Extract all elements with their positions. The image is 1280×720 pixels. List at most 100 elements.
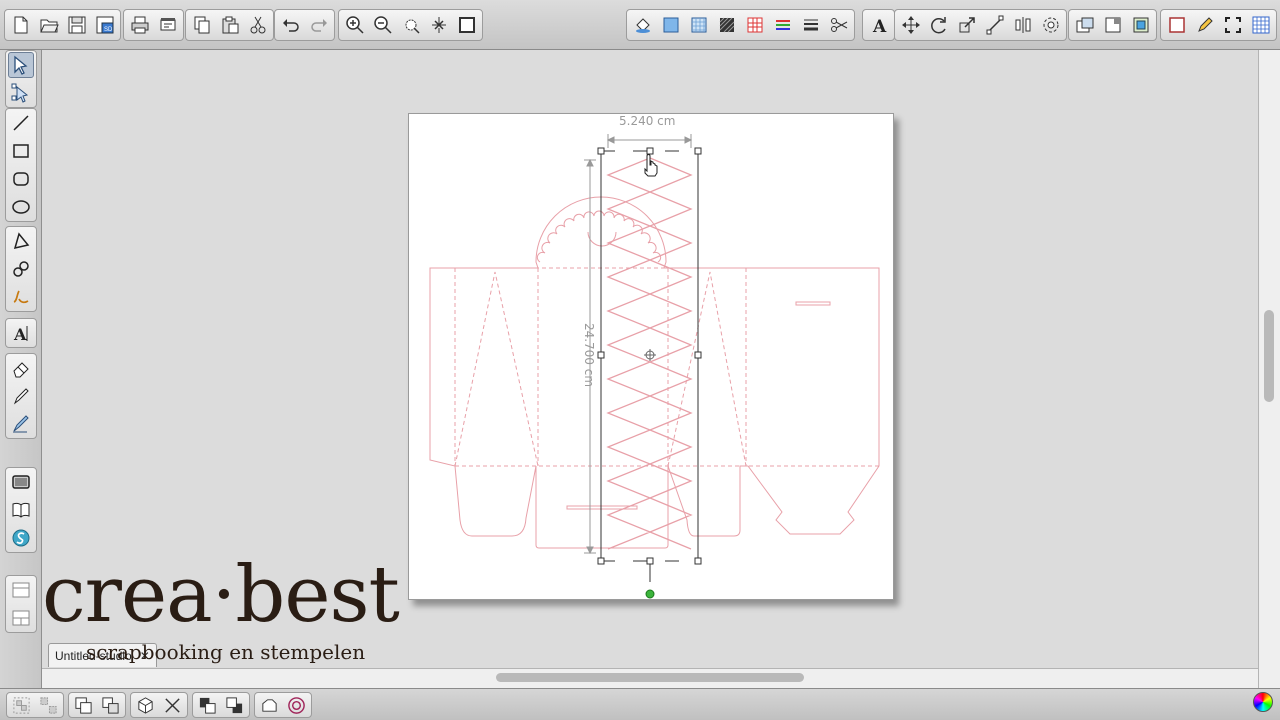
document-tab[interactable]: Untitled-studio ✕ — [48, 643, 157, 667]
line-tool-icon[interactable] — [8, 110, 34, 136]
redo-icon[interactable] — [306, 13, 331, 38]
library-toolbar-group — [1068, 9, 1157, 41]
cut-line-icon[interactable] — [826, 13, 851, 38]
release-compound-icon[interactable] — [98, 694, 123, 716]
eraser-tool-icon[interactable] — [8, 355, 34, 381]
horizontal-scroll-thumb[interactable] — [496, 673, 804, 682]
print-icon[interactable] — [127, 13, 152, 38]
page-settings-icon[interactable] — [1128, 13, 1153, 38]
fold-lines — [430, 267, 879, 467]
fit-page-icon[interactable] — [426, 13, 451, 38]
polygon-tool-icon[interactable] — [8, 228, 34, 254]
scale-icon[interactable] — [954, 13, 979, 38]
fullscreen-icon[interactable] — [1220, 13, 1245, 38]
new-document-icon[interactable] — [8, 13, 33, 38]
freehand-tool-icon[interactable] — [8, 284, 34, 310]
history-toolbar-group — [274, 9, 335, 41]
svg-text:SD: SD — [104, 27, 113, 33]
save-icon[interactable] — [64, 13, 89, 38]
arrange-toolbar-group — [894, 9, 1067, 41]
cut-icon[interactable] — [245, 13, 270, 38]
clipboard-toolbar-group — [185, 9, 274, 41]
library-icon[interactable] — [1072, 13, 1097, 38]
view-tools-group — [5, 467, 37, 553]
rounded-rectangle-tool-icon[interactable] — [8, 166, 34, 192]
open-folder-icon[interactable] — [36, 13, 61, 38]
line-style-icon[interactable] — [798, 13, 823, 38]
design-canvas[interactable] — [42, 50, 1258, 668]
document-tab-title: Untitled-studio — [55, 648, 132, 663]
ungroup-icon[interactable] — [36, 694, 61, 716]
text-tool-icon[interactable]: A — [8, 320, 34, 346]
close-tab-icon[interactable]: ✕ — [140, 649, 150, 663]
svg-text:A: A — [872, 17, 887, 35]
rotate-icon[interactable] — [926, 13, 951, 38]
offset-icon[interactable] — [284, 694, 309, 716]
curve-tool-icon[interactable] — [8, 256, 34, 282]
replicate-icon[interactable] — [1038, 13, 1063, 38]
edit-points-icon[interactable] — [8, 80, 34, 106]
panel-tools-group — [5, 575, 37, 633]
pattern-icon[interactable] — [686, 13, 711, 38]
draw-tools-group — [5, 226, 37, 312]
texture-icon[interactable] — [714, 13, 739, 38]
3d-icon[interactable] — [133, 694, 158, 716]
panel-top-icon[interactable] — [8, 577, 34, 603]
text-style-icon[interactable]: A — [866, 13, 891, 38]
align-icon[interactable] — [1010, 13, 1035, 38]
compound-toolbar-group — [68, 692, 126, 718]
order-toolbar-group — [192, 692, 250, 718]
selection-tools-group — [5, 50, 37, 108]
save-as-icon[interactable]: SD — [92, 13, 117, 38]
copy-icon[interactable] — [189, 13, 214, 38]
weld-icon[interactable] — [257, 694, 282, 716]
rectangle-tool-icon[interactable] — [8, 138, 34, 164]
move-icon[interactable] — [898, 13, 923, 38]
zoom-selection-icon[interactable] — [398, 13, 423, 38]
color-wheel-icon[interactable] — [1253, 692, 1273, 712]
bring-front-icon[interactable] — [195, 694, 220, 716]
edit-tools-group — [5, 353, 37, 439]
text-toolbar-group: A — [862, 9, 895, 41]
knife-tool-icon[interactable] — [8, 383, 34, 409]
paste-icon[interactable] — [217, 13, 242, 38]
fill-color-icon[interactable] — [658, 13, 683, 38]
distort-icon[interactable] — [982, 13, 1007, 38]
print-setup-icon[interactable] — [155, 13, 180, 38]
workspace[interactable]: 5.240 cm 24.700 cm — [42, 50, 1258, 668]
ellipse-tool-icon[interactable] — [8, 194, 34, 220]
vertical-scrollbar[interactable] — [1258, 50, 1280, 690]
paint-tool-icon[interactable] — [8, 411, 34, 437]
page-icon[interactable] — [1164, 13, 1189, 38]
select-icon[interactable] — [8, 52, 34, 78]
group-icon[interactable] — [9, 694, 34, 716]
line-color-icon[interactable] — [770, 13, 795, 38]
compound-icon[interactable] — [71, 694, 96, 716]
zoom-in-icon[interactable] — [342, 13, 367, 38]
group-toolbar-group — [6, 692, 64, 718]
send-back-icon[interactable] — [222, 694, 247, 716]
screen-view-icon[interactable] — [8, 469, 34, 495]
delete-icon[interactable] — [160, 694, 185, 716]
horizontal-scrollbar[interactable] — [42, 668, 1258, 688]
file-toolbar-group: SD — [4, 9, 121, 41]
grid-fill-icon[interactable] — [742, 13, 767, 38]
pen-icon[interactable] — [1192, 13, 1217, 38]
zoom-out-icon[interactable] — [370, 13, 395, 38]
left-toolbar: A — [0, 50, 42, 690]
text-tools-group: A — [5, 318, 37, 348]
grid-icon[interactable] — [1248, 13, 1273, 38]
rotate-handle[interactable] — [645, 589, 655, 599]
object-toolbar-group — [130, 692, 188, 718]
view-settings-icon[interactable] — [1100, 13, 1125, 38]
actual-size-icon[interactable] — [454, 13, 479, 38]
vertical-scroll-thumb[interactable] — [1264, 310, 1274, 402]
box-template[interactable] — [429, 196, 880, 549]
library-book-icon[interactable] — [8, 497, 34, 523]
panel-bottom-icon[interactable] — [8, 605, 34, 631]
width-dimension-label: 5.240 cm — [619, 114, 676, 128]
svg-text:A: A — [13, 325, 27, 343]
silhouette-store-icon[interactable] — [8, 525, 34, 551]
fill-icon[interactable] — [630, 13, 655, 38]
undo-icon[interactable] — [278, 13, 303, 38]
